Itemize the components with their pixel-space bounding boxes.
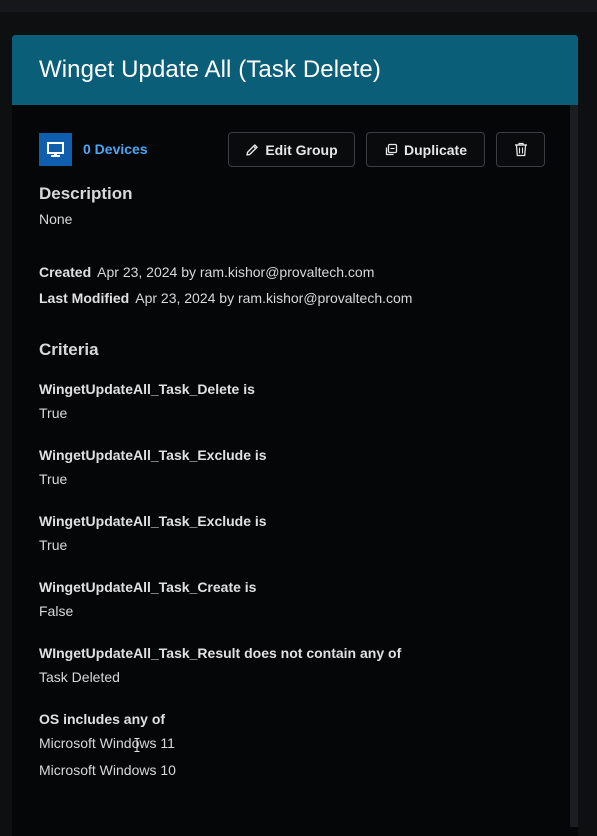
duplicate-label: Duplicate xyxy=(403,141,467,158)
monitor-icon xyxy=(39,133,72,166)
criteria-heading: Criteria xyxy=(39,340,99,359)
description-value: None xyxy=(39,211,73,227)
edit-group-label: Edit Group xyxy=(265,141,338,158)
page-title: Winget Update All (Task Delete) xyxy=(39,56,381,83)
modified-value: Apr 23, 2024 by ram.kishor@provaltech.co… xyxy=(135,290,413,306)
created-row: Created Apr 23, 2024 by ram.kishor@proval… xyxy=(39,264,374,280)
criteria-value: False xyxy=(39,603,74,619)
criteria-label: OS includes any of xyxy=(39,711,166,727)
criteria-value: Microsoft Windows 10 xyxy=(39,762,176,778)
toolbar: 0 Devices Edit Group Duplicate xyxy=(39,105,559,169)
criteria-value: True xyxy=(39,405,68,421)
panel-content: 0 Devices Edit Group Duplicate xyxy=(39,105,559,169)
delete-button[interactable] xyxy=(496,132,545,167)
scrollbar[interactable] xyxy=(570,105,578,827)
created-label: Created xyxy=(39,264,92,280)
pencil-icon xyxy=(245,143,259,157)
duplicate-button[interactable]: Duplicate xyxy=(366,132,485,167)
copy-icon xyxy=(384,143,398,157)
trash-icon xyxy=(514,142,528,157)
criteria-value: True xyxy=(39,537,68,553)
text-cursor-icon xyxy=(133,737,141,753)
description-heading: Description xyxy=(39,184,133,203)
criteria-label: WingetUpdateAll_Task_Exclude is xyxy=(39,447,267,463)
criteria-value: Task Deleted xyxy=(39,669,120,685)
modified-row: Last Modified Apr 23, 2024 by ram.kishor@… xyxy=(39,290,412,306)
devices-link[interactable]: 0 Devices xyxy=(83,141,148,157)
modified-label: Last Modified xyxy=(39,290,130,306)
criteria-label: WingetUpdateAll_Task_Exclude is xyxy=(39,513,267,529)
criteria-value: Microsoft Windows 11 xyxy=(39,735,175,751)
criteria-label: WingetUpdateAll_Task_Delete is xyxy=(39,381,255,397)
top-bar xyxy=(0,0,597,12)
criteria-value: True xyxy=(39,471,68,487)
criteria-label: WingetUpdateAll_Task_Create is xyxy=(39,579,257,595)
edit-group-button[interactable]: Edit Group xyxy=(228,132,355,167)
created-value: Apr 23, 2024 by ram.kishor@provaltech.co… xyxy=(97,264,375,280)
panel-header: Winget Update All (Task Delete) xyxy=(12,35,578,105)
criteria-label: WIngetUpdateAll_Task_Result does not con… xyxy=(39,645,402,661)
